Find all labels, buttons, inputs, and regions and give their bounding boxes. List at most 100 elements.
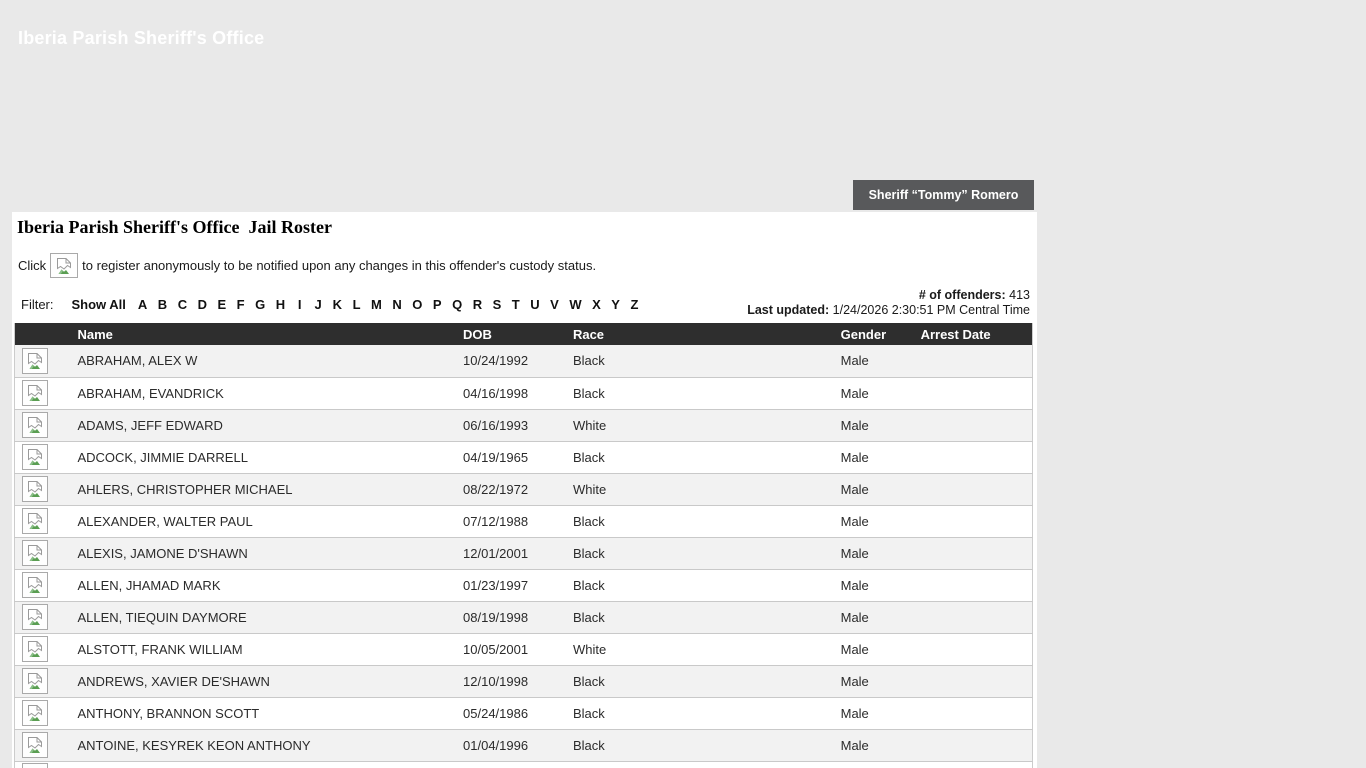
offender-arrest-date xyxy=(913,473,1033,505)
offender-photo-broken-image-icon[interactable] xyxy=(22,508,48,534)
filter-letter-D[interactable]: D xyxy=(198,297,207,312)
table-row-partial[interactable] xyxy=(15,761,1033,768)
offender-photo-cell xyxy=(15,377,70,409)
offender-gender: Male xyxy=(833,473,913,505)
register-note-suffix: to register anonymously to be notified u… xyxy=(82,258,596,273)
offender-dob: 01/23/1997 xyxy=(455,569,565,601)
offender-name: ALLEN, TIEQUIN DAYMORE xyxy=(69,601,455,633)
filter-letter-T[interactable]: T xyxy=(512,297,520,312)
offender-race: Black xyxy=(565,537,833,569)
offender-photo-cell xyxy=(15,601,70,633)
broken-image-icon xyxy=(27,544,44,562)
register-broken-image-icon[interactable] xyxy=(50,253,78,278)
filter-letter-P[interactable]: P xyxy=(433,297,442,312)
broken-image-icon xyxy=(27,672,44,690)
offender-photo-broken-image-icon[interactable] xyxy=(22,476,48,502)
offender-name: ADAMS, JEFF EDWARD xyxy=(69,409,455,441)
offender-race: Black xyxy=(565,377,833,409)
broken-image-icon xyxy=(27,736,44,754)
table-row[interactable]: ADAMS, JEFF EDWARD06/16/1993WhiteMale xyxy=(15,409,1033,441)
table-row[interactable]: ABRAHAM, ALEX W10/24/1992BlackMale xyxy=(15,345,1033,377)
offender-gender: Male xyxy=(833,505,913,537)
offender-gender xyxy=(833,761,913,768)
table-header-row: Name DOB Race Gender Arrest Date xyxy=(15,323,1033,345)
broken-image-icon xyxy=(27,480,44,498)
offender-photo-broken-image-icon[interactable] xyxy=(22,668,48,694)
filter-letter-W[interactable]: W xyxy=(569,297,581,312)
offender-dob: 07/12/1988 xyxy=(455,505,565,537)
broken-image-icon xyxy=(27,384,44,402)
offender-photo-cell xyxy=(15,569,70,601)
table-row[interactable]: ALEXIS, JAMONE D'SHAWN12/01/2001BlackMal… xyxy=(15,537,1033,569)
table-row[interactable]: ANTOINE, KESYREK KEON ANTHONY01/04/1996B… xyxy=(15,729,1033,761)
offender-race: White xyxy=(565,633,833,665)
filter-letter-X[interactable]: X xyxy=(592,297,601,312)
filter-letters: ABCDEFGHIJKLMNOPQRSTUVWXYZ xyxy=(138,297,639,312)
filter-letter-O[interactable]: O xyxy=(412,297,422,312)
offender-dob: 12/01/2001 xyxy=(455,537,565,569)
offender-photo-broken-image-icon[interactable] xyxy=(22,380,48,406)
table-row[interactable]: ANTHONY, BRANNON SCOTT05/24/1986BlackMal… xyxy=(15,697,1033,729)
offender-photo-broken-image-icon[interactable] xyxy=(22,604,48,630)
offender-photo-broken-image-icon[interactable] xyxy=(22,700,48,726)
filter-letter-Y[interactable]: Y xyxy=(611,297,620,312)
offender-photo-broken-image-icon[interactable] xyxy=(22,636,48,662)
table-row[interactable]: ALSTOTT, FRANK WILLIAM10/05/2001WhiteMal… xyxy=(15,633,1033,665)
table-row[interactable]: ANDREWS, XAVIER DE'SHAWN12/10/1998BlackM… xyxy=(15,665,1033,697)
filter-letter-R[interactable]: R xyxy=(473,297,482,312)
filter-letter-F[interactable]: F xyxy=(237,297,245,312)
offender-dob: 08/19/1998 xyxy=(455,601,565,633)
offender-arrest-date xyxy=(913,601,1033,633)
table-row[interactable]: ALLEN, TIEQUIN DAYMORE08/19/1998BlackMal… xyxy=(15,601,1033,633)
offender-dob xyxy=(455,761,565,768)
filter-letter-C[interactable]: C xyxy=(178,297,187,312)
offender-photo-broken-image-icon[interactable] xyxy=(22,444,48,470)
offender-name: ADCOCK, JIMMIE DARRELL xyxy=(69,441,455,473)
offender-photo-broken-image-icon[interactable] xyxy=(22,763,48,768)
column-header-photo xyxy=(15,323,70,345)
filter-letter-A[interactable]: A xyxy=(138,297,147,312)
filter-letter-J[interactable]: J xyxy=(314,297,322,312)
filter-letter-N[interactable]: N xyxy=(392,297,401,312)
offender-gender: Male xyxy=(833,729,913,761)
filter-letter-U[interactable]: U xyxy=(530,297,539,312)
table-row[interactable]: ABRAHAM, EVANDRICK04/16/1998BlackMale xyxy=(15,377,1033,409)
filter-letter-B[interactable]: B xyxy=(158,297,167,312)
filter-letter-E[interactable]: E xyxy=(217,297,226,312)
offender-photo-cell xyxy=(15,633,70,665)
table-row[interactable]: ADCOCK, JIMMIE DARRELL04/19/1965BlackMal… xyxy=(15,441,1033,473)
offender-photo-broken-image-icon[interactable] xyxy=(22,572,48,598)
alphabet-filter: Filter: Show All ABCDEFGHIJKLMNOPQRSTUVW… xyxy=(21,297,638,312)
table-row[interactable]: ALEXANDER, WALTER PAUL07/12/1988BlackMal… xyxy=(15,505,1033,537)
filter-letter-M[interactable]: M xyxy=(371,297,382,312)
filter-letter-Z[interactable]: Z xyxy=(630,297,638,312)
offender-photo-broken-image-icon[interactable] xyxy=(22,348,48,374)
offender-name: ALLEN, JHAMAD MARK xyxy=(69,569,455,601)
offender-dob: 08/22/1972 xyxy=(455,473,565,505)
filter-letter-G[interactable]: G xyxy=(255,297,265,312)
offender-name: ALEXIS, JAMONE D'SHAWN xyxy=(69,537,455,569)
table-row[interactable]: ALLEN, JHAMAD MARK01/23/1997BlackMale xyxy=(15,569,1033,601)
filter-letter-Q[interactable]: Q xyxy=(452,297,462,312)
offender-photo-cell xyxy=(15,409,70,441)
table-row[interactable]: AHLERS, CHRISTOPHER MICHAEL08/22/1972Whi… xyxy=(15,473,1033,505)
filter-letter-V[interactable]: V xyxy=(550,297,559,312)
offender-name xyxy=(69,761,455,768)
offender-arrest-date xyxy=(913,633,1033,665)
filter-letter-S[interactable]: S xyxy=(493,297,502,312)
filter-letter-K[interactable]: K xyxy=(333,297,342,312)
filter-letter-H[interactable]: H xyxy=(276,297,285,312)
filter-letter-L[interactable]: L xyxy=(353,297,361,312)
offender-name: ALEXANDER, WALTER PAUL xyxy=(69,505,455,537)
offender-dob: 04/16/1998 xyxy=(455,377,565,409)
offender-race: Black xyxy=(565,601,833,633)
offender-photo-broken-image-icon[interactable] xyxy=(22,732,48,758)
filter-show-all-link[interactable]: Show All xyxy=(72,297,126,312)
offender-photo-broken-image-icon[interactable] xyxy=(22,540,48,566)
filter-letter-I[interactable]: I xyxy=(296,297,304,312)
offender-photo-cell xyxy=(15,761,70,768)
jail-roster-panel: Iberia Parish Sheriff's Office Jail Rost… xyxy=(12,212,1037,768)
offender-name: ABRAHAM, EVANDRICK xyxy=(69,377,455,409)
offender-name: ABRAHAM, ALEX W xyxy=(69,345,455,377)
offender-photo-broken-image-icon[interactable] xyxy=(22,412,48,438)
